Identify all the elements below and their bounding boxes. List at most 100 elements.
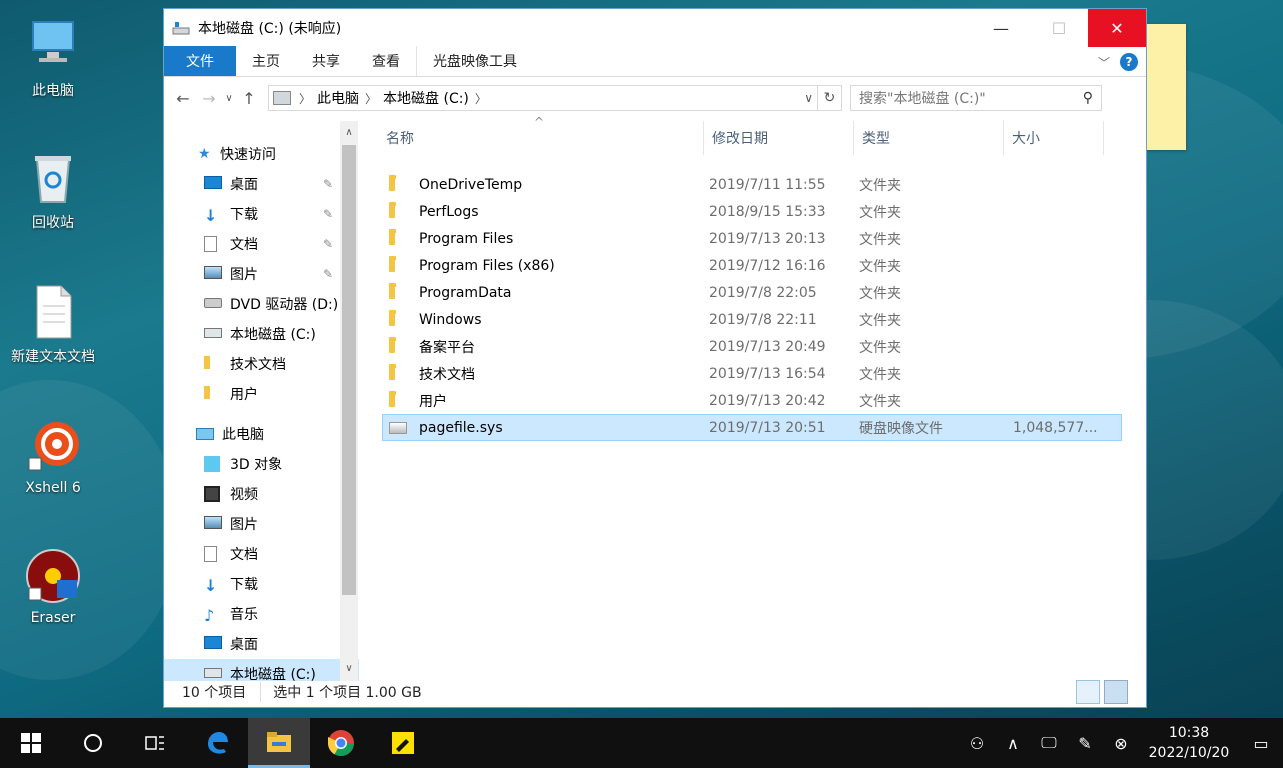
nav-quick-item[interactable]: 技术文档: [164, 349, 359, 379]
volume-muted-icon[interactable]: ⊗: [1103, 734, 1139, 753]
nav-quick-item[interactable]: 桌面 ✎: [164, 169, 359, 199]
scroll-up-icon[interactable]: ∧: [340, 123, 358, 141]
large-icons-view-button[interactable]: [1104, 680, 1128, 704]
nav-pc-item[interactable]: ↓ 下载: [164, 569, 359, 599]
minimize-button[interactable]: —: [972, 9, 1030, 47]
people-icon[interactable]: ⚇: [959, 734, 995, 753]
nav-quick-item[interactable]: 本地磁盘 (C:): [164, 319, 359, 349]
nav-quick-item[interactable]: 用户: [164, 379, 359, 409]
nav-label: 快速访问: [220, 147, 276, 163]
nav-quick-access[interactable]: ★ 快速访问: [164, 139, 359, 169]
file-name: 技术文档: [419, 366, 475, 383]
file-name: pagefile.sys: [419, 419, 503, 436]
desktop-icon-xshell[interactable]: Xshell 6: [5, 418, 101, 496]
tab-file[interactable]: 文件: [164, 46, 236, 76]
file-name: Program Files (x86): [419, 257, 555, 274]
file-row[interactable]: ProgramData 2019/7/8 22:05 文件夹: [382, 279, 1122, 306]
pin-icon[interactable]: ✎: [323, 267, 333, 281]
sticky-notes-icon[interactable]: [372, 718, 434, 768]
nav-this-pc[interactable]: 此电脑: [164, 419, 359, 449]
nav-quick-item[interactable]: 图片 ✎: [164, 259, 359, 289]
file-row[interactable]: 技术文档 2019/7/13 16:54 文件夹: [382, 360, 1122, 387]
address-bar[interactable]: 〉 此电脑 〉 本地磁盘 (C:) 〉 ∨: [268, 85, 818, 111]
breadcrumb-this-pc[interactable]: 此电脑: [317, 88, 359, 108]
breadcrumb-separator-icon[interactable]: 〉: [299, 90, 311, 107]
task-view-icon[interactable]: [124, 718, 186, 768]
folder-icon: [389, 364, 396, 380]
file-row[interactable]: Program Files 2019/7/13 20:13 文件夹: [382, 225, 1122, 252]
column-size[interactable]: 大小: [1004, 121, 1104, 155]
title-bar[interactable]: 本地磁盘 (C:) (未响应) — ☐ ✕: [164, 9, 1146, 47]
details-view-button[interactable]: [1076, 680, 1100, 704]
nav-label: 下载: [230, 207, 258, 223]
sticky-note[interactable]: [1146, 24, 1186, 150]
breadcrumb-separator-icon[interactable]: 〉: [365, 90, 377, 107]
file-row[interactable]: pagefile.sys 2019/7/13 20:51 硬盘映像文件 1,048,5…: [382, 414, 1122, 441]
nav-scrollbar[interactable]: ∧ ∨: [340, 121, 358, 681]
file-row[interactable]: Program Files (x86) 2019/7/12 16:16 文件夹: [382, 252, 1122, 279]
nav-pc-item[interactable]: 视频: [164, 479, 359, 509]
address-row: ← → ∨ ↑ 〉 此电脑 〉 本地磁盘 (C:) 〉 ∨ ↻ 搜索"本地磁盘 …: [164, 77, 1146, 119]
nav-pc-item[interactable]: 3D 对象: [164, 449, 359, 479]
chrome-icon[interactable]: [310, 718, 372, 768]
file-row[interactable]: 用户 2019/7/13 20:42 文件夹: [382, 387, 1122, 414]
file-type: 文件夹: [859, 177, 901, 194]
breadcrumb-local-disk[interactable]: 本地磁盘 (C:): [383, 88, 469, 108]
desktop-icon-this-pc[interactable]: 此电脑: [5, 18, 101, 100]
nav-pc-item[interactable]: 图片: [164, 509, 359, 539]
column-date-modified[interactable]: 修改日期: [704, 121, 854, 155]
file-row[interactable]: Windows 2019/7/8 22:11 文件夹: [382, 306, 1122, 333]
back-button[interactable]: ←: [170, 85, 196, 111]
edge-icon[interactable]: [186, 718, 248, 768]
desktop-icon-new-text-doc[interactable]: 新建文本文档: [5, 284, 101, 366]
desktop-icon-eraser[interactable]: Eraser: [5, 548, 101, 626]
picture-icon: [204, 266, 222, 282]
column-type[interactable]: 类型: [854, 121, 1004, 155]
desktop-icon-label: Xshell 6: [25, 480, 81, 496]
help-icon[interactable]: ?: [1120, 53, 1138, 71]
notification-icon[interactable]: ▭: [1239, 734, 1283, 753]
start-icon[interactable]: [0, 718, 62, 768]
eraser-icon: [25, 548, 81, 604]
ribbon-tabs: 文件 主页 共享 查看 光盘映像工具 ﹀ ?: [164, 46, 1146, 77]
breadcrumb-separator-icon[interactable]: 〉: [475, 90, 487, 107]
file-explorer-icon[interactable]: [248, 718, 310, 768]
pin-icon[interactable]: ✎: [323, 207, 333, 221]
nav-quick-item[interactable]: ↓ 下载 ✎: [164, 199, 359, 229]
file-row[interactable]: PerfLogs 2018/9/15 15:33 文件夹: [382, 198, 1122, 225]
recent-locations-button[interactable]: ∨: [222, 85, 236, 111]
maximize-button[interactable]: ☐: [1030, 9, 1088, 47]
tab-view[interactable]: 查看: [356, 46, 416, 76]
cortana-icon[interactable]: [62, 718, 124, 768]
desktop-icon-recycle-bin[interactable]: 回收站: [5, 150, 101, 232]
nav-pc-item[interactable]: 文档: [164, 539, 359, 569]
file-row[interactable]: OneDriveTemp 2019/7/11 11:55 文件夹: [382, 171, 1122, 198]
nav-quick-item[interactable]: 文档 ✎: [164, 229, 359, 259]
scroll-down-icon[interactable]: ∨: [340, 659, 358, 677]
search-input[interactable]: 搜索"本地磁盘 (C:)" ⚲: [850, 85, 1102, 111]
scroll-thumb[interactable]: [342, 145, 356, 595]
expand-ribbon-icon[interactable]: ﹀: [1098, 54, 1110, 71]
file-date: 2019/7/13 20:13: [709, 230, 826, 247]
nav-pc-item[interactable]: ♪ 音乐: [164, 599, 359, 629]
tab-share[interactable]: 共享: [296, 46, 356, 76]
address-dropdown-icon[interactable]: ∨: [804, 91, 813, 105]
file-row[interactable]: 备案平台 2019/7/13 20:49 文件夹: [382, 333, 1122, 360]
nav-pc-item[interactable]: 桌面: [164, 629, 359, 659]
pin-icon[interactable]: ✎: [323, 237, 333, 251]
tab-home[interactable]: 主页: [236, 46, 296, 76]
pen-icon[interactable]: ✎: [1067, 734, 1103, 753]
pin-icon[interactable]: ✎: [323, 177, 333, 191]
network-icon[interactable]: 🖵: [1031, 733, 1067, 753]
nav-quick-item[interactable]: DVD 驱动器 (D:): [164, 289, 359, 319]
close-button[interactable]: ✕: [1088, 9, 1146, 47]
up-button[interactable]: ↑: [236, 85, 262, 111]
show-hidden-icons-icon[interactable]: ∧: [995, 734, 1031, 753]
dvd-drive-icon: [204, 296, 222, 312]
clock[interactable]: 10:38 2022/10/20: [1139, 723, 1239, 763]
desktop-icon-label: 此电脑: [32, 83, 74, 99]
file-type: 文件夹: [859, 366, 901, 383]
refresh-button[interactable]: ↻: [818, 85, 842, 111]
tab-disc-image-tools[interactable]: 光盘映像工具: [416, 46, 533, 76]
forward-button[interactable]: →: [196, 85, 222, 111]
